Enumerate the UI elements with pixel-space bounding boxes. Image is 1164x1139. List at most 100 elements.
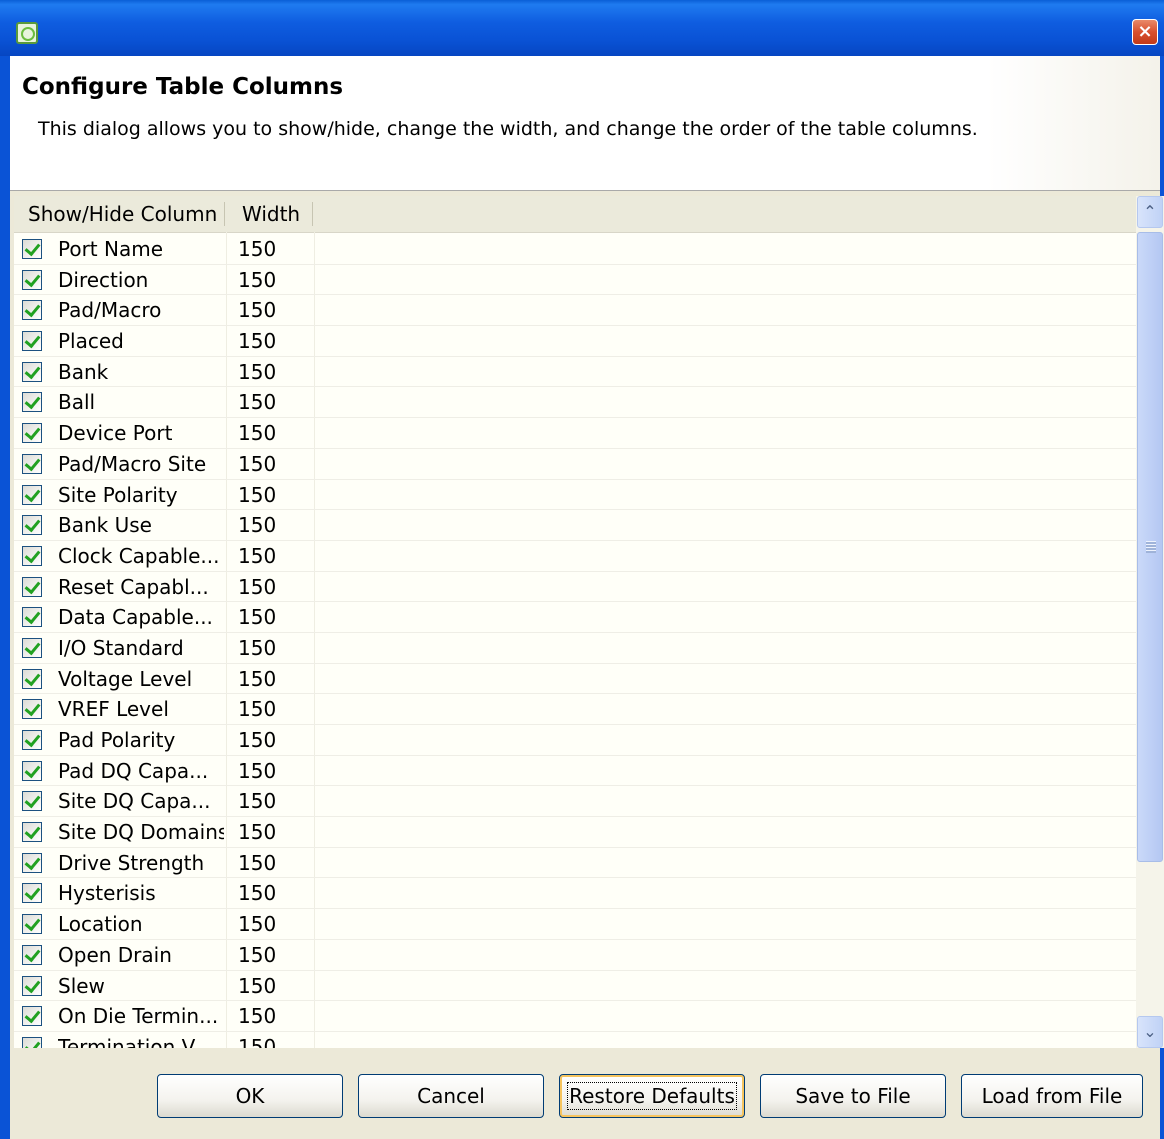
table-row[interactable]: Voltage Level 150 <box>14 664 1136 695</box>
vertical-scrollbar[interactable]: ⌃ ⌄ <box>1136 196 1164 1048</box>
show-column-checkbox[interactable] <box>22 883 42 904</box>
show-column-checkbox[interactable] <box>22 239 42 259</box>
table-row[interactable]: Pad/Macro 150 <box>14 295 1136 327</box>
show-column-checkbox[interactable] <box>22 576 42 597</box>
column-width-cell[interactable]: 150 <box>238 725 276 755</box>
load-from-file-button[interactable]: Load from File <box>961 1074 1143 1118</box>
table-row[interactable]: Direction 150 <box>14 265 1136 296</box>
table-row[interactable]: Slew 150 <box>14 971 1136 1002</box>
column-width-cell[interactable]: 150 <box>238 602 276 632</box>
show-column-checkbox[interactable] <box>22 1006 42 1027</box>
column-width-cell[interactable]: 150 <box>238 909 276 939</box>
table-row[interactable]: Location 150 <box>14 909 1136 940</box>
show-column-checkbox[interactable] <box>22 852 42 873</box>
show-column-checkbox[interactable] <box>22 453 42 474</box>
show-column-checkbox[interactable] <box>22 944 42 965</box>
column-width-cell[interactable]: 150 <box>238 940 276 970</box>
table-row[interactable]: Pad Polarity 150 <box>14 725 1136 756</box>
column-width-cell[interactable]: 150 <box>238 572 276 602</box>
column-width-cell[interactable]: 150 <box>238 541 276 571</box>
table-row[interactable]: Ball 150 <box>14 387 1136 419</box>
ok-button[interactable]: OK <box>157 1074 343 1118</box>
show-column-checkbox[interactable] <box>22 791 42 812</box>
header-width[interactable]: Width <box>242 196 300 232</box>
close-button[interactable]: × <box>1132 19 1158 45</box>
table-row[interactable]: Device Port 150 <box>14 418 1136 449</box>
table-row[interactable]: Port Name 150 <box>14 234 1136 265</box>
column-width-cell[interactable]: 150 <box>238 387 276 417</box>
column-width-cell[interactable]: 150 <box>238 480 276 510</box>
show-column-checkbox[interactable] <box>22 637 42 658</box>
column-width-cell[interactable]: 150 <box>238 418 276 448</box>
show-column-checkbox[interactable] <box>22 423 42 444</box>
show-column-checkbox[interactable] <box>22 392 42 413</box>
table-row[interactable]: Bank Use 150 <box>14 510 1136 541</box>
column-name-cell: Voltage Level <box>58 666 193 691</box>
show-column-checkbox[interactable] <box>22 607 42 628</box>
table-row[interactable]: Drive Strength 150 <box>14 848 1136 879</box>
restore-defaults-button[interactable]: Restore Defaults <box>559 1074 745 1118</box>
table-row[interactable]: Site DQ Domains 150 <box>14 817 1136 848</box>
show-column-checkbox[interactable] <box>22 1036 42 1048</box>
show-column-checkbox[interactable] <box>22 269 42 290</box>
header-separator[interactable] <box>312 202 313 226</box>
header-show-hide-column[interactable]: Show/Hide Column <box>28 196 217 232</box>
column-width-cell[interactable]: 150 <box>238 510 276 540</box>
column-width-cell[interactable]: 150 <box>238 756 276 786</box>
title-bar[interactable]: × <box>0 0 1164 56</box>
table-header: Show/Hide Column Width <box>14 196 1136 233</box>
column-width-cell[interactable]: 150 <box>238 449 276 479</box>
table-row[interactable]: Clock Capable... 150 <box>14 541 1136 572</box>
table-row[interactable]: Termination V... 150 <box>14 1032 1136 1048</box>
cancel-button[interactable]: Cancel <box>358 1074 544 1118</box>
show-column-checkbox[interactable] <box>22 331 42 352</box>
table-row[interactable]: I/O Standard 150 <box>14 633 1136 664</box>
column-width-cell[interactable]: 150 <box>238 326 276 356</box>
column-width-cell[interactable]: 150 <box>238 234 276 264</box>
show-column-checkbox[interactable] <box>22 730 42 750</box>
show-column-checkbox[interactable] <box>22 668 42 689</box>
show-column-checkbox[interactable] <box>22 975 42 996</box>
show-column-checkbox[interactable] <box>22 914 42 935</box>
column-width-cell[interactable]: 150 <box>238 1032 276 1048</box>
scroll-up-button[interactable]: ⌃ <box>1137 196 1163 228</box>
column-width-cell[interactable]: 150 <box>238 633 276 663</box>
show-column-checkbox[interactable] <box>22 515 42 536</box>
table-row[interactable]: Pad DQ Capa... 150 <box>14 756 1136 787</box>
column-width-cell[interactable]: 150 <box>238 694 276 724</box>
table-row[interactable]: Bank 150 <box>14 357 1136 388</box>
table-row[interactable]: Placed 150 <box>14 326 1136 357</box>
column-width-cell[interactable]: 150 <box>238 817 276 847</box>
show-column-checkbox[interactable] <box>22 822 42 843</box>
show-column-checkbox[interactable] <box>22 699 42 720</box>
header-separator[interactable] <box>224 202 225 226</box>
column-width-cell[interactable]: 150 <box>238 878 276 908</box>
table-row[interactable]: Reset Capabl... 150 <box>14 572 1136 603</box>
table-row[interactable]: Data Capable... 150 <box>14 602 1136 633</box>
show-column-checkbox[interactable] <box>22 545 42 566</box>
save-to-file-button[interactable]: Save to File <box>760 1074 946 1118</box>
show-column-checkbox[interactable] <box>22 484 42 505</box>
column-width-cell[interactable]: 150 <box>238 971 276 1001</box>
table-row[interactable]: Open Drain 150 <box>14 940 1136 971</box>
column-width-cell[interactable]: 150 <box>238 786 276 816</box>
show-column-checkbox[interactable] <box>22 760 42 781</box>
column-width-cell[interactable]: 150 <box>238 357 276 387</box>
table-row[interactable]: VREF Level 150 <box>14 694 1136 725</box>
show-column-checkbox[interactable] <box>22 300 42 321</box>
column-width-cell[interactable]: 150 <box>238 265 276 295</box>
column-width-cell[interactable]: 150 <box>238 664 276 694</box>
show-column-checkbox[interactable] <box>22 361 42 382</box>
table-row[interactable]: Site Polarity 150 <box>14 480 1136 511</box>
table-row[interactable]: Pad/Macro Site 150 <box>14 449 1136 480</box>
column-name-cell: Pad/Macro <box>58 298 162 323</box>
column-width-cell[interactable]: 150 <box>238 848 276 878</box>
column-name-cell: Drive Strength <box>58 850 205 875</box>
table-row[interactable]: Hysterisis 150 <box>14 878 1136 910</box>
scroll-down-button[interactable]: ⌄ <box>1137 1016 1163 1048</box>
column-width-cell[interactable]: 150 <box>238 1001 276 1031</box>
table-row[interactable]: Site DQ Capa... 150 <box>14 786 1136 818</box>
column-width-cell[interactable]: 150 <box>238 295 276 325</box>
scroll-thumb[interactable] <box>1137 232 1163 862</box>
table-row[interactable]: On Die Termin... 150 <box>14 1001 1136 1032</box>
